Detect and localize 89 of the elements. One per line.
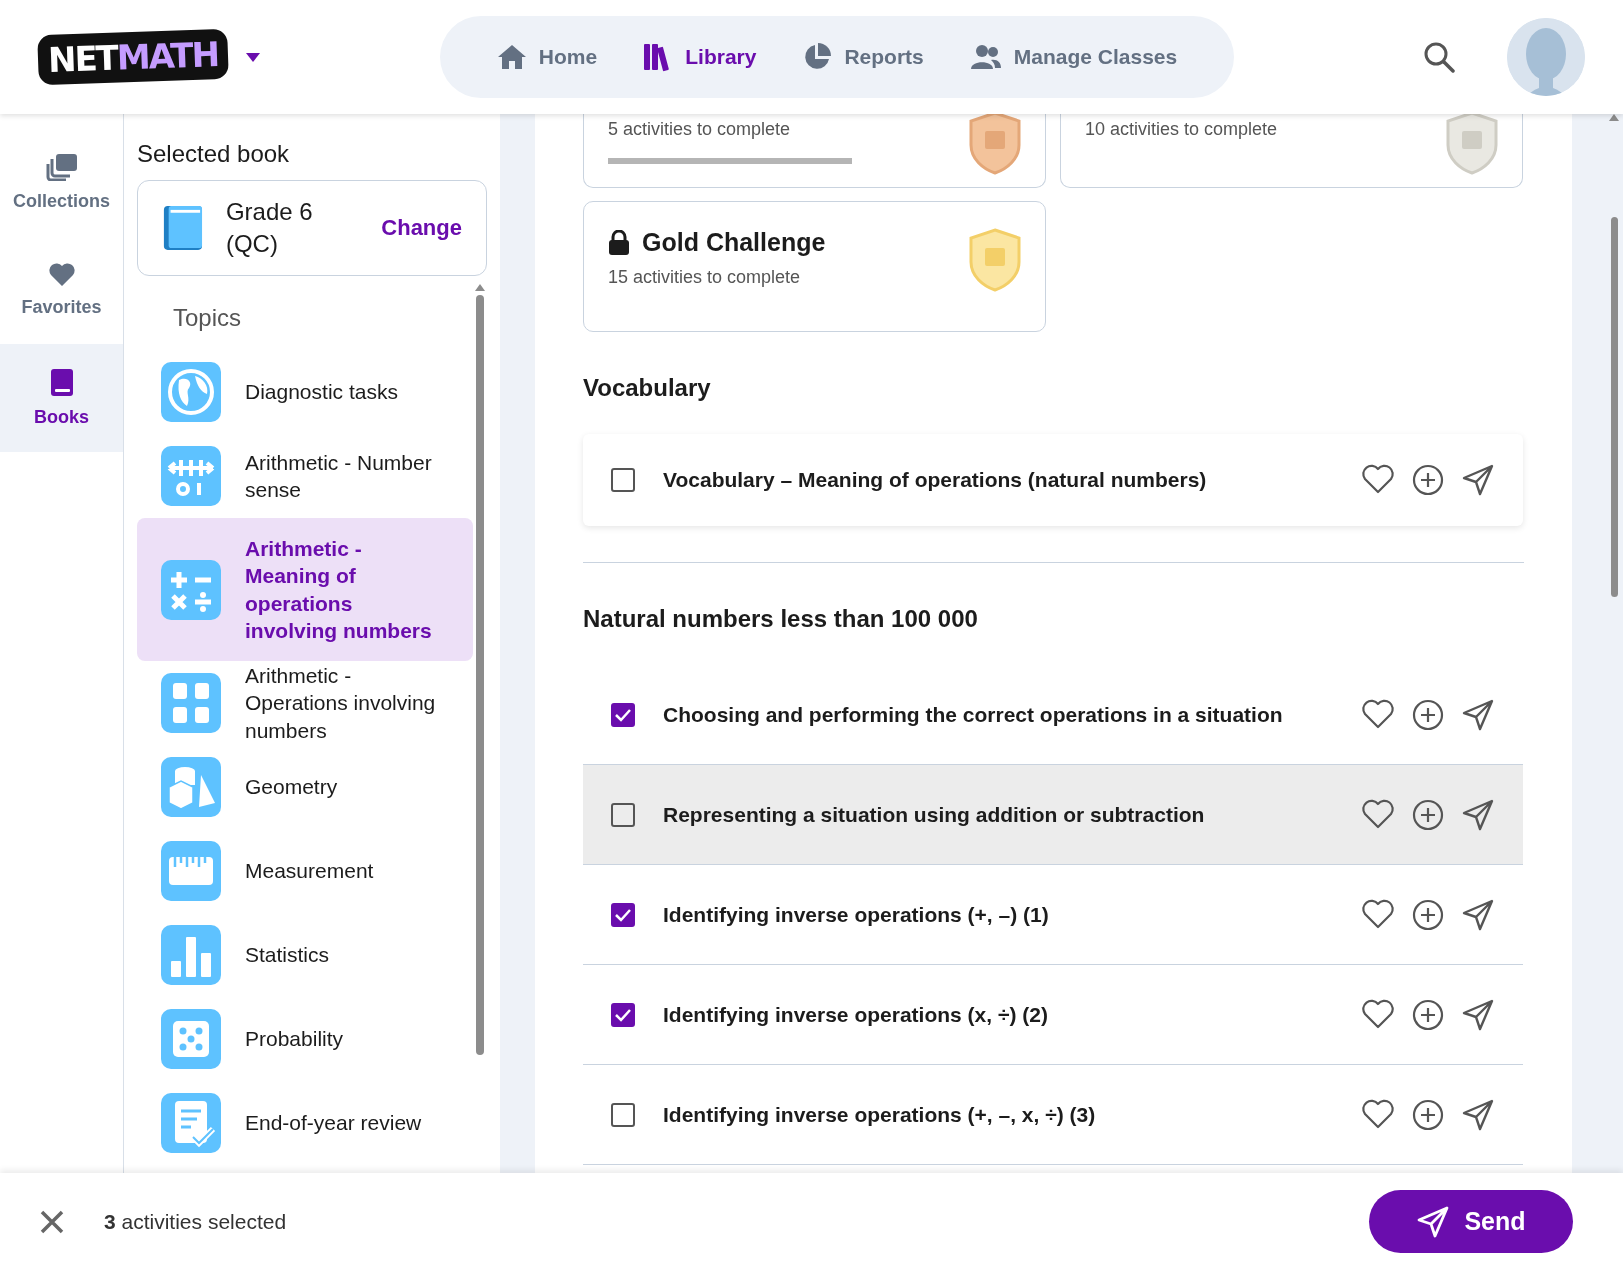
challenge-subtitle: 15 activities to complete bbox=[608, 267, 802, 288]
checkmark-icon bbox=[614, 707, 632, 722]
add-button[interactable] bbox=[1411, 797, 1445, 832]
topic-item[interactable]: Probability bbox=[137, 997, 473, 1081]
activity-row[interactable]: Identifying inverse operations (x, ÷) (2) bbox=[583, 965, 1523, 1065]
checkbox[interactable] bbox=[611, 1102, 635, 1127]
topic-item[interactable]: End-of-year review bbox=[137, 1081, 473, 1165]
topic-item[interactable]: Statistics bbox=[137, 913, 473, 997]
nav-tab[interactable]: Home bbox=[496, 38, 598, 76]
activity-row[interactable]: Vocabulary – Meaning of operations (natural numbers) bbox=[583, 434, 1523, 526]
send-icon[interactable] bbox=[1461, 997, 1495, 1032]
sidebar-item[interactable]: Favorites bbox=[0, 236, 123, 344]
topic-item[interactable]: Arithmetic - Operations involving numbers bbox=[137, 661, 473, 745]
send-icon bbox=[1416, 1204, 1451, 1239]
selection-count: 3 activities selected bbox=[104, 1209, 287, 1234]
challenge-title: Gold Challenge bbox=[642, 228, 826, 257]
book-icon bbox=[162, 203, 204, 253]
challenge-card[interactable]: 10 activities to complete bbox=[1060, 114, 1523, 188]
book-icon bbox=[49, 368, 74, 397]
add-button[interactable] bbox=[1411, 463, 1445, 497]
pie-chart-icon bbox=[802, 42, 833, 72]
topic-item[interactable]: Diagnostic tasks bbox=[137, 350, 473, 434]
nav-tab[interactable]: Reports bbox=[802, 36, 924, 78]
topic-item[interactable]: Measurement bbox=[137, 829, 473, 913]
shield-badge-icon bbox=[969, 228, 1021, 292]
send-button[interactable]: Send bbox=[1369, 1190, 1573, 1253]
topic-item[interactable]: Geometry bbox=[137, 745, 473, 829]
sidebar-item[interactable]: Collections bbox=[0, 128, 123, 236]
add-button[interactable] bbox=[1411, 697, 1445, 732]
add-button[interactable] bbox=[1411, 1097, 1445, 1132]
challenge-card[interactable]: Gold Challenge 15 activities to complete bbox=[583, 201, 1046, 332]
nav-tab[interactable]: Manage Classes bbox=[969, 38, 1178, 76]
users-icon bbox=[969, 44, 1002, 70]
logo[interactable]: NETMATH bbox=[37, 28, 229, 86]
topic-icon bbox=[161, 362, 221, 422]
shield-badge-icon bbox=[1446, 114, 1498, 175]
topic-icon bbox=[161, 673, 221, 733]
challenge-subtitle: 10 activities to complete bbox=[1085, 119, 1279, 140]
topic-icon bbox=[161, 446, 221, 506]
activity-row[interactable]: Representing a situation using addition or subtraction bbox=[583, 765, 1523, 865]
scroll-up-icon[interactable] bbox=[475, 284, 485, 291]
checkbox[interactable] bbox=[611, 702, 635, 727]
activity-title: Identifying inverse operations (+, –, x, ÷) (3) bbox=[663, 1102, 1097, 1127]
panel-heading: Selected book bbox=[137, 140, 291, 168]
topic-icon bbox=[161, 1009, 221, 1069]
sidebar-item[interactable]: Books bbox=[0, 344, 123, 452]
send-icon[interactable] bbox=[1461, 1097, 1495, 1132]
shield-badge-icon bbox=[969, 114, 1021, 175]
checkmark-icon bbox=[614, 907, 632, 922]
checkbox[interactable] bbox=[611, 468, 635, 492]
checkbox[interactable] bbox=[611, 1002, 635, 1027]
activity-row[interactable]: Identifying inverse operations (+, –) (1) bbox=[583, 865, 1523, 965]
activity-title: Representing a situation using addition or subtraction bbox=[663, 802, 1206, 827]
send-icon[interactable] bbox=[1461, 697, 1495, 732]
activity-title: Identifying inverse operations (x, ÷) (2) bbox=[663, 1002, 1049, 1027]
nav-tab[interactable]: Library bbox=[643, 36, 757, 78]
activity-title: Vocabulary – Meaning of operations (natural numbers) bbox=[663, 468, 1208, 492]
topic-item[interactable]: Arithmetic - Number sense bbox=[137, 434, 473, 518]
checkmark-icon bbox=[614, 1007, 632, 1022]
lock-icon bbox=[608, 229, 630, 256]
checkbox[interactable] bbox=[611, 802, 635, 827]
topic-icon bbox=[161, 841, 221, 901]
topic-icon bbox=[161, 757, 221, 817]
change-link[interactable]: Change bbox=[381, 215, 462, 241]
challenge-subtitle: 5 activities to complete bbox=[608, 119, 792, 140]
topic-icon bbox=[161, 1093, 221, 1153]
checkbox[interactable] bbox=[611, 902, 635, 927]
send-icon[interactable] bbox=[1461, 897, 1495, 932]
caret-icon[interactable] bbox=[246, 52, 261, 62]
activity-title: Identifying inverse operations (+, –) (1) bbox=[663, 902, 1050, 927]
section-heading: Natural numbers less than 100 000 bbox=[583, 604, 979, 634]
challenge-card[interactable]: 5 activities to complete bbox=[583, 114, 1046, 188]
add-button[interactable] bbox=[1411, 997, 1445, 1032]
home-icon bbox=[496, 44, 527, 70]
topics-heading: Topics bbox=[172, 303, 243, 333]
topic-icon bbox=[161, 559, 221, 620]
section-heading: Vocabulary bbox=[583, 373, 712, 403]
activity-row[interactable]: Identifying inverse operations (+, –, x, ÷) (3) bbox=[583, 1065, 1523, 1165]
activity-title: Choosing and performing the correct operations in a situation bbox=[663, 702, 1284, 727]
close-icon[interactable] bbox=[40, 1209, 64, 1234]
book-title: Grade 6 (QC) bbox=[225, 196, 314, 259]
collections-icon bbox=[45, 152, 78, 181]
send-icon[interactable] bbox=[1461, 463, 1495, 497]
topic-icon bbox=[161, 925, 221, 985]
send-icon[interactable] bbox=[1461, 797, 1495, 832]
heart-icon bbox=[47, 262, 76, 287]
topic-item[interactable]: Arithmetic - Meaning of operations involving numbers bbox=[137, 518, 473, 661]
search-icon[interactable] bbox=[1423, 41, 1455, 73]
add-button[interactable] bbox=[1411, 897, 1445, 932]
